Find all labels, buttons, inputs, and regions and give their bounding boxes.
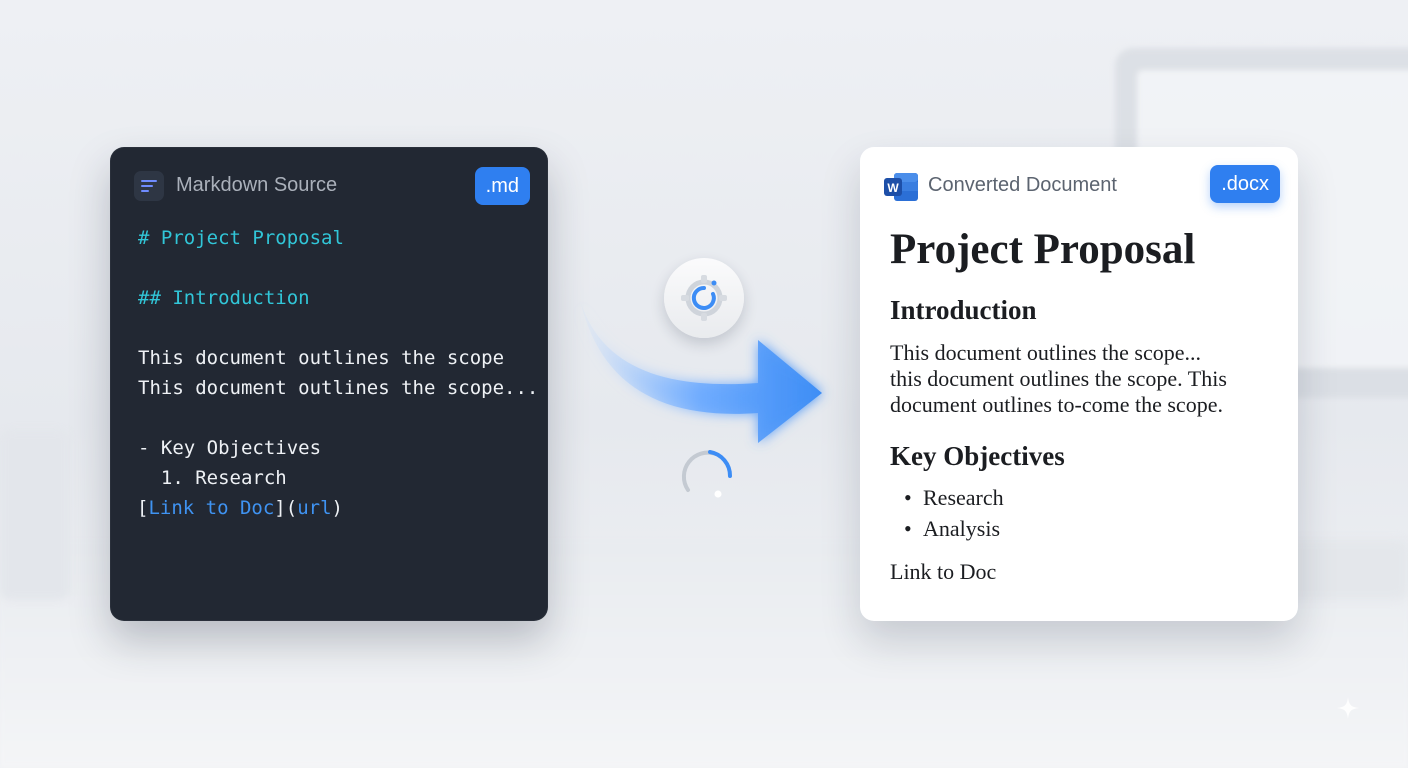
code-link-url: url: [297, 497, 332, 519]
list-item: Analysis: [904, 516, 1000, 542]
document-panel-title: Converted Document: [928, 174, 1117, 196]
gear-icon: [664, 258, 744, 338]
loading-spinner-icon: [681, 450, 733, 498]
converted-document-panel: W Converted Document .docx Project Propo…: [860, 147, 1298, 621]
markdown-source-panel: Markdown Source .md # Project Proposal #…: [110, 147, 548, 621]
document-panel-header: W Converted Document .docx: [884, 165, 1280, 205]
code-line-paragraph-1: This document outlines the scope: [138, 347, 505, 369]
background-object: [0, 430, 70, 600]
docx-format-badge: .docx: [1210, 165, 1280, 203]
sparkle-icon: [1337, 697, 1359, 719]
code-bracket-close: ): [331, 497, 343, 519]
section-heading-key-objectives: Key Objectives: [890, 441, 1065, 471]
paragraph-line-1: This document outlines the scope...: [890, 340, 1201, 365]
code-line-list-2: 1. Research: [138, 467, 287, 489]
document-link[interactable]: Link to Doc: [890, 559, 996, 585]
code-line-link: [Link to Doc](url): [137, 497, 343, 519]
document-heading: Project Proposal: [890, 226, 1196, 273]
list-item: Research: [904, 485, 1004, 511]
code-line-h1: # Project Proposal: [138, 227, 344, 249]
word-icon: W: [884, 173, 918, 201]
paragraph-line-3: document outlines to-come the scope.: [890, 392, 1223, 417]
markdown-panel-title: Markdown Source: [176, 174, 338, 196]
md-format-badge: .md: [474, 167, 530, 205]
code-bracket-mid: ](: [274, 497, 298, 519]
paragraph-line-2: this document outlines the scope. This: [890, 366, 1227, 391]
code-line-list-1: - Key Objectives: [138, 437, 322, 459]
section-heading-introduction: Introduction: [890, 295, 1037, 325]
code-link-text: Link to Doc: [148, 497, 275, 519]
markdown-panel-header: Markdown Source .md: [134, 167, 530, 205]
svg-text:W: W: [887, 181, 899, 195]
code-line-h2: ## Introduction: [138, 287, 310, 309]
code-line-paragraph-2: This document outlines the scope...: [138, 377, 539, 399]
markdown-file-icon: [134, 171, 164, 201]
code-bracket-open: [: [137, 497, 149, 519]
